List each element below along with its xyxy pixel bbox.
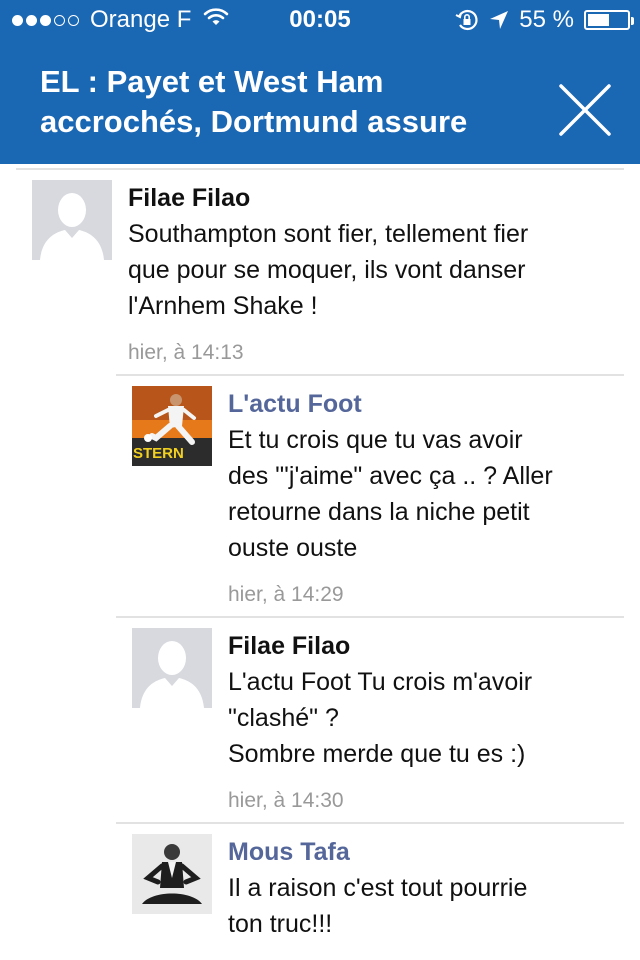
- location-arrow-icon: [489, 10, 509, 30]
- comment-author[interactable]: Filae Filao: [128, 180, 618, 216]
- signal-dot: [54, 14, 65, 26]
- close-button[interactable]: [555, 80, 615, 140]
- signal-dot: [12, 14, 23, 26]
- divider: [116, 822, 624, 824]
- comment-text: Southampton sont fier, tellement fier qu…: [128, 220, 529, 320]
- comment-timestamp: hier, à 14:29: [228, 583, 344, 606]
- user-avatar[interactable]: [132, 834, 212, 914]
- signal-dot: [40, 14, 51, 26]
- comment-text: Et tu crois que tu vas avoir des "'j'aim…: [228, 426, 553, 562]
- battery-cap: [631, 17, 634, 25]
- carrier-name: Orange F: [90, 6, 192, 33]
- comment-author[interactable]: L'actu Foot: [228, 386, 618, 422]
- divider: [116, 374, 624, 376]
- divider: [16, 168, 624, 170]
- status-left: Orange F: [12, 0, 229, 40]
- comments-list[interactable]: Filae Filao Southampton sont fier, telle…: [0, 164, 640, 960]
- svg-text:STERN: STERN: [133, 445, 184, 462]
- comment-text: Il a raison c'est tout pourrie ton truc!…: [228, 874, 528, 938]
- status-bar: Orange F 00:05 55 %: [0, 0, 640, 40]
- title-bar: EL : Payet et West Ham accrochés, Dortmu…: [0, 40, 640, 164]
- football-photo-avatar: STERN: [132, 386, 212, 466]
- comment-timestamp: hier, à 14:13: [128, 341, 244, 364]
- status-right: 55 %: [455, 0, 634, 40]
- user-avatar[interactable]: [132, 628, 212, 708]
- comment-author[interactable]: Filae Filao: [228, 628, 618, 664]
- meditating-man-photo-avatar: [132, 834, 212, 914]
- comment-body: Filae Filao L'actu Foot Tu crois m'avoir…: [228, 628, 618, 816]
- divider: [116, 616, 624, 618]
- default-avatar-icon: [32, 180, 112, 260]
- article-title: EL : Payet et West Ham accrochés, Dortmu…: [40, 64, 468, 139]
- user-avatar[interactable]: [32, 180, 112, 260]
- close-icon: [559, 84, 611, 136]
- app-header: Orange F 00:05 55 % EL: Payet et West H…: [0, 0, 640, 164]
- comment-text: L'actu Foot Tu crois m'avoir "clashé" ? …: [228, 668, 533, 768]
- comment-body: Mous Tafa Il a raison c'est tout pourrie…: [228, 834, 618, 942]
- comment-body: Filae Filao Southampton sont fier, telle…: [128, 180, 618, 368]
- signal-strength-icon: [12, 14, 82, 26]
- comment-timestamp: hier, à 14:30: [228, 789, 344, 812]
- default-avatar-icon: [132, 628, 212, 708]
- user-avatar[interactable]: STERN: [132, 386, 212, 466]
- comment-author[interactable]: Mous Tafa: [228, 834, 618, 870]
- battery-icon: [584, 10, 634, 30]
- battery-level-fill: [588, 14, 609, 26]
- orientation-lock-icon: [455, 8, 479, 32]
- comment-body: L'actu Foot Et tu crois que tu vas avoir…: [228, 386, 618, 610]
- signal-dot: [26, 14, 37, 26]
- wifi-icon: [203, 0, 229, 40]
- battery-percentage: 55 %: [519, 6, 574, 33]
- signal-dot: [68, 14, 79, 26]
